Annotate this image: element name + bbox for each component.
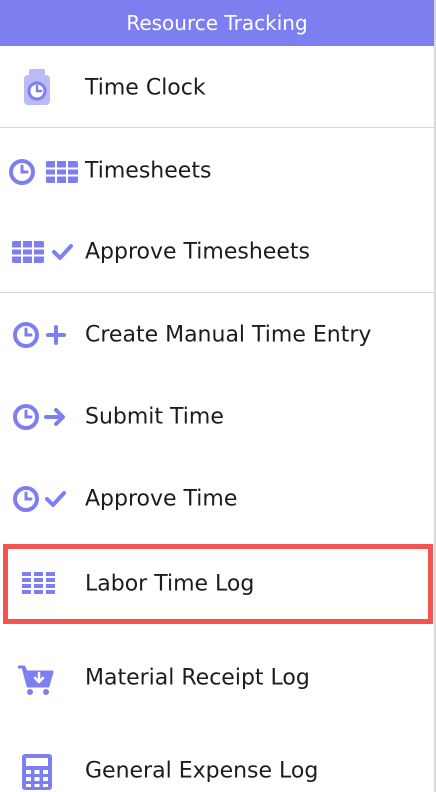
- cart-download-icon: [18, 665, 54, 695]
- menu-item-submit-time[interactable]: Submit Time: [0, 376, 434, 458]
- menu-header: Resource Tracking: [0, 0, 434, 46]
- menu-item-label: Material Receipt Log: [85, 665, 310, 691]
- menu-item-timesheets[interactable]: Timesheets: [0, 130, 434, 212]
- menu-item-approve-time[interactable]: Approve Time: [0, 458, 434, 540]
- calculator-icon: [22, 754, 52, 790]
- clock-grid-icon: [9, 159, 78, 185]
- time-clock-icon: [24, 69, 50, 105]
- divider: [0, 292, 434, 293]
- menu-item-label: Labor Time Log: [85, 571, 255, 597]
- menu-item-approve-timesheets[interactable]: Approve Timesheets: [0, 212, 434, 292]
- menu-item-create-manual-time-entry[interactable]: Create Manual Time Entry: [0, 294, 434, 376]
- menu-item-label: Approve Time: [85, 486, 238, 512]
- menu-item-label: General Expense Log: [85, 758, 319, 784]
- menu-item-label: Timesheets: [85, 158, 212, 184]
- menu-item-labor-time-log[interactable]: Labor Time Log: [0, 544, 434, 624]
- clock-plus-icon: [13, 322, 66, 348]
- clock-check-icon: [13, 486, 66, 512]
- divider: [0, 127, 434, 128]
- menu-item-label: Approve Timesheets: [85, 239, 310, 265]
- menu-item-label: Time Clock: [85, 75, 206, 101]
- menu-item-general-expense-log[interactable]: General Expense Log: [0, 722, 434, 792]
- menu-item-label: Submit Time: [85, 404, 224, 430]
- clock-arrow-icon: [13, 404, 65, 430]
- menu-item-material-receipt-log[interactable]: Material Receipt Log: [0, 636, 434, 720]
- labor-log-icon: [22, 572, 55, 594]
- menu-item-label: Create Manual Time Entry: [85, 322, 372, 348]
- resource-tracking-menu: Resource Tracking Time Clock Timesheets: [0, 0, 436, 792]
- grid-check-icon: [12, 241, 73, 263]
- menu-item-time-clock[interactable]: Time Clock: [0, 50, 434, 126]
